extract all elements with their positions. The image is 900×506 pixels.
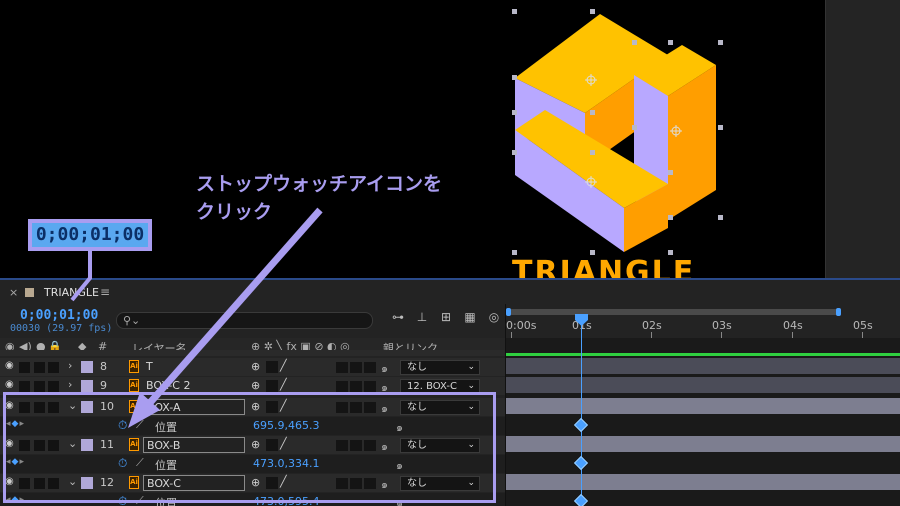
instruction-line-2: クリック — [196, 201, 273, 223]
annotation-arrows — [70, 207, 323, 428]
instruction-text: ストップウォッチアイコンを クリック — [196, 170, 442, 226]
timecode-callout: 0;00;01;00 — [28, 219, 152, 251]
instruction-line-1: ストップウォッチアイコンを — [196, 173, 443, 195]
timecode-callout-pointer — [70, 250, 92, 302]
instruction-arrow-shaft — [145, 207, 323, 408]
